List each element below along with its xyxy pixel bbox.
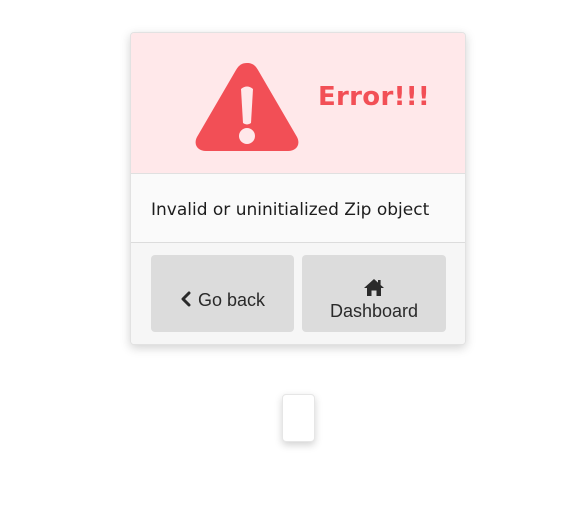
home-icon	[364, 278, 384, 296]
go-back-button[interactable]: Go back	[151, 255, 294, 332]
error-message-section: Invalid or uninitialized Zip object	[131, 174, 465, 243]
dashboard-button[interactable]: Dashboard	[302, 255, 446, 332]
error-card-footer: Go back Dashboard	[131, 243, 465, 344]
floating-widget[interactable]	[282, 394, 315, 442]
page: Error!!! Invalid or uninitialized Zip ob…	[0, 0, 566, 505]
error-title: Error!!!	[318, 82, 431, 112]
error-card: Error!!! Invalid or uninitialized Zip ob…	[130, 32, 466, 345]
error-card-header: Error!!!	[131, 33, 465, 174]
chevron-left-icon	[181, 291, 191, 307]
error-message: Invalid or uninitialized Zip object	[151, 200, 430, 220]
go-back-label: Go back	[197, 289, 266, 310]
warning-triangle-icon	[195, 63, 299, 151]
dashboard-label: Dashboard	[329, 300, 419, 321]
